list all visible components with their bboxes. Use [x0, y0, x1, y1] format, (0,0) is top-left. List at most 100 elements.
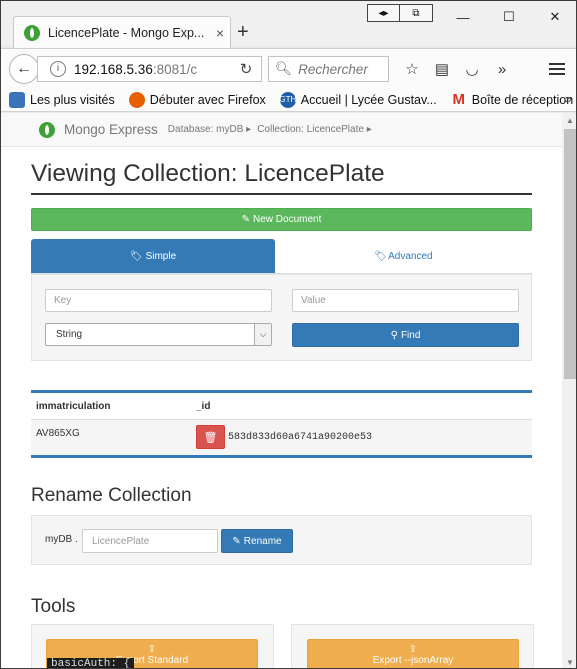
chevron-down-icon: ⌵	[254, 324, 271, 345]
reload-button[interactable]: ↻	[231, 56, 261, 82]
pencil-icon: ✎	[241, 214, 251, 225]
rename-label: Rename	[243, 535, 282, 547]
mongo-express-navbar: Mongo Express Database: myDB ▸ Collectio…	[1, 113, 562, 147]
reload-icon: ↻	[239, 61, 253, 78]
gmail-icon: M	[452, 91, 466, 108]
pencil-icon: ✎	[232, 535, 241, 547]
export-jsonarray-button[interactable]: ⇪ Export --jsonArray	[307, 639, 519, 668]
pocket-icon[interactable]: ◡	[457, 56, 487, 82]
site-info-icon[interactable]: i	[50, 61, 66, 77]
url-host: 192.168.5.36	[74, 61, 153, 77]
mongo-leaf-icon	[39, 121, 55, 138]
tab-advanced[interactable]: 🏷︎ Advanced	[275, 239, 532, 273]
reading-list-icon[interactable]: ▤	[427, 56, 457, 82]
rename-db-prefix: myDB .	[45, 534, 78, 545]
scrollbar-thumb[interactable]	[564, 129, 576, 379]
search-bar[interactable]: 🔍︎ Rechercher	[268, 56, 389, 82]
url-path: :8081/c	[152, 61, 198, 77]
brand-link[interactable]: Mongo Express	[64, 122, 158, 137]
tab-simple[interactable]: 🏷︎ Simple	[31, 239, 275, 273]
new-document-label: New Document	[253, 214, 322, 225]
bookmark-getting-started[interactable]: Débuter avec Firefox	[128, 91, 266, 108]
export-icon: ⇪	[408, 644, 418, 655]
export-jsonarray-label: Export --jsonArray	[372, 655, 454, 666]
tools-panel-jsonarray: ⇪ Export --jsonArray	[291, 624, 534, 668]
table-header: immatriculation _id	[31, 393, 532, 420]
breadcrumb-database[interactable]: Database: myDB ▸	[168, 124, 251, 135]
find-label: Find	[400, 329, 421, 341]
scroll-down-icon[interactable]: ▼	[566, 658, 574, 667]
tab-advanced-label: Advanced	[388, 250, 433, 262]
bookmark-gmail[interactable]: M Boîte de réception (69...	[451, 91, 577, 108]
export-icon: ⇪	[147, 644, 157, 655]
toolbar-icons: ☆ ▤ ◡ »	[397, 56, 517, 82]
bookmark-label: Débuter avec Firefox	[149, 92, 266, 107]
bookmark-label: Accueil | Lycée Gustav...	[300, 92, 437, 107]
documents-table: immatriculation _id AV865XG 🗑︎ 583d833d6…	[31, 390, 532, 458]
maximize-button[interactable]: ☐	[486, 1, 532, 33]
cell-id[interactable]: 583d833d60a6741a90200e53	[228, 432, 372, 443]
mongo-leaf-icon	[24, 24, 40, 41]
breadcrumb-collection[interactable]: Collection: LicencePlate ▸	[257, 124, 372, 135]
type-selected-value: String	[56, 329, 83, 340]
column-header[interactable]: _id	[196, 401, 210, 412]
browser-tab-active[interactable]: LicencePlate - Mongo Exp... ×	[13, 16, 231, 48]
key-input[interactable]: Key	[45, 289, 272, 312]
title-divider	[31, 193, 532, 195]
vertical-scrollbar[interactable]: ▲ ▼	[562, 113, 576, 668]
search-placeholder: Rechercher	[298, 61, 368, 77]
bookmark-star-icon[interactable]: ☆	[397, 56, 427, 82]
overlay-code-snippet: basicAuth: {	[47, 658, 135, 668]
window-switch-icon[interactable]: ⧉	[400, 5, 432, 21]
page-content: Mongo Express Database: myDB ▸ Collectio…	[1, 113, 562, 668]
extension-buttons: ◂▸ ⧉	[367, 4, 433, 22]
back-arrow-icon: ←	[16, 60, 32, 77]
tag-icon: 🏷︎	[129, 250, 143, 262]
scroll-up-icon[interactable]: ▲	[566, 116, 574, 125]
resize-arrows-icon[interactable]: ◂▸	[368, 5, 400, 21]
rename-input[interactable]: LicencePlate	[82, 529, 218, 553]
navigation-bar: ← i 192.168.5.36:8081/c ↻ 🔍︎ Rechercher …	[1, 48, 576, 88]
page-title: Viewing Collection: LicencePlate	[31, 160, 385, 187]
firefox-icon	[128, 91, 145, 108]
bookmarks-toolbar: Les plus visités Débuter avec Firefox GT…	[1, 88, 577, 112]
tags-icon: 🏷︎	[374, 250, 388, 262]
minimize-button[interactable]: —	[440, 1, 486, 33]
value-placeholder: Value	[301, 295, 326, 306]
rename-panel: myDB . LicencePlate ✎ Rename	[31, 515, 532, 565]
url-bar[interactable]: i 192.168.5.36:8081/c	[37, 56, 262, 82]
back-button[interactable]: ←	[9, 54, 39, 84]
tab-simple-label: Simple	[145, 250, 177, 262]
table-bottom-border	[31, 455, 532, 458]
column-header[interactable]: immatriculation	[36, 401, 110, 412]
bookmark-most-visited[interactable]: Les plus visités	[9, 91, 115, 108]
rename-heading: Rename Collection	[31, 485, 192, 506]
tools-heading: Tools	[31, 596, 76, 617]
key-placeholder: Key	[54, 295, 72, 306]
window-controls: — ☐ ✕	[440, 1, 576, 33]
table-row[interactable]: AV865XG 🗑︎ 583d833d60a6741a90200e53	[31, 420, 532, 455]
search-icon: 🔍︎	[275, 61, 293, 76]
close-window-button[interactable]: ✕	[532, 1, 576, 33]
bookmarks-folder-icon	[9, 91, 25, 108]
value-input[interactable]: Value	[292, 289, 519, 312]
hamburger-menu-icon[interactable]	[544, 56, 570, 82]
rename-placeholder: LicencePlate	[92, 535, 150, 547]
cell-immatriculation: AV865XG	[36, 428, 80, 439]
bookmarks-overflow-icon[interactable]: »	[565, 91, 572, 106]
type-select[interactable]: String ⌵	[45, 323, 272, 346]
new-tab-button[interactable]: +	[237, 21, 249, 44]
title-bar: ◂▸ ⧉ — ☐ ✕ LicencePlate - Mongo Exp... ×…	[1, 1, 576, 48]
bookmark-lycee[interactable]: GTH Accueil | Lycée Gustav...	[279, 91, 437, 108]
bookmark-label: Les plus visités	[30, 92, 115, 107]
lycee-icon: GTH	[279, 91, 296, 108]
bookmark-label: Boîte de réception (69...	[471, 92, 576, 107]
tab-close-button[interactable]: ×	[210, 25, 230, 41]
rename-button[interactable]: ✎ Rename	[221, 529, 293, 553]
new-document-button[interactable]: ✎ New Document	[31, 208, 532, 231]
tab-title: LicencePlate - Mongo Exp...	[48, 25, 205, 40]
overflow-chevron-icon[interactable]: »	[487, 56, 517, 82]
simple-search-panel: Key Value String ⌵ ⚲ Find	[31, 274, 532, 361]
find-button[interactable]: ⚲ Find	[292, 323, 519, 347]
delete-document-button[interactable]: 🗑︎	[196, 425, 225, 449]
